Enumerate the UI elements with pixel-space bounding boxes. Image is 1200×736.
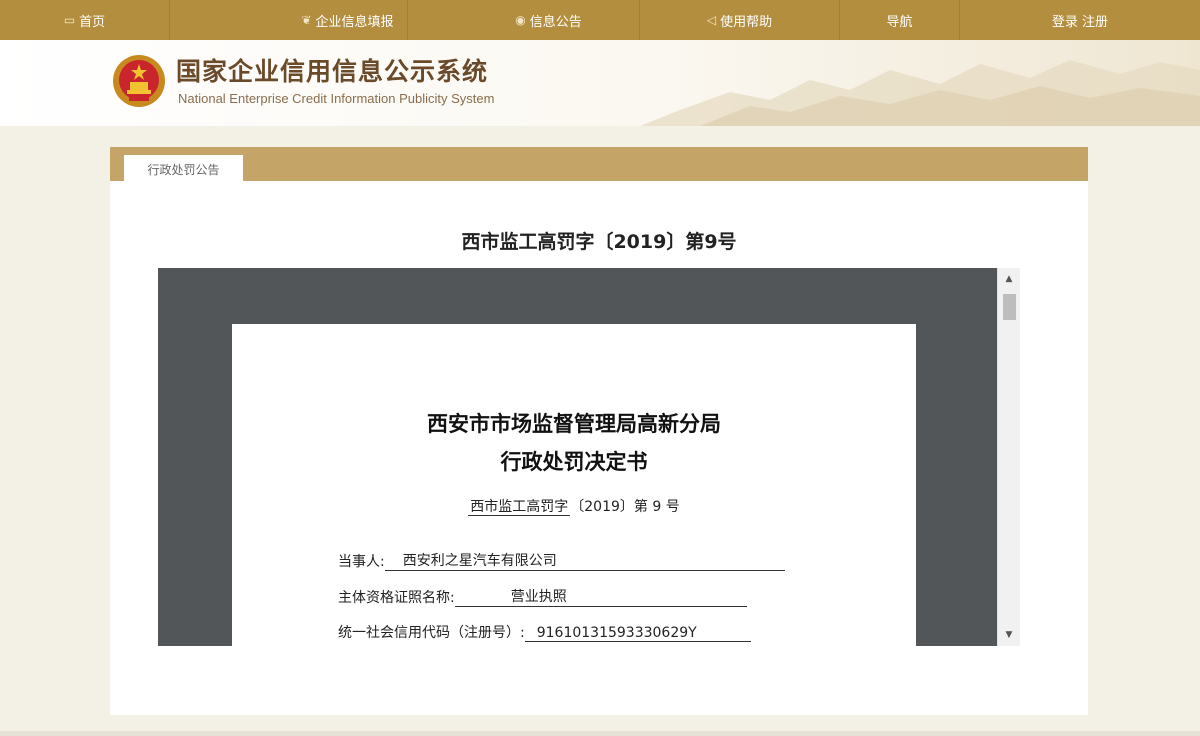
field-license: 主体资格证照名称: 营业执照 [338, 586, 747, 607]
field-party-value: 西安利之星汽车有限公司 [384, 550, 785, 571]
nav-announcements[interactable]: ◉ 信息公告 [458, 0, 640, 40]
nav-home-label: 首页 [79, 14, 106, 30]
nav-login-register-label: 登录 注册 [1051, 14, 1109, 30]
field-party-label: 当事人: [338, 554, 385, 570]
reference-prefix: 西市监工高罚字 [468, 499, 571, 516]
document-org: 西安市市场监督管理局高新分局 [427, 411, 721, 436]
document-title: 西市监工高罚字〔2019〕第9号 [461, 231, 737, 253]
field-license-value: 营业执照 [454, 586, 747, 607]
document-type: 行政处罚决定书 [500, 449, 648, 474]
nav-announcements-label: 信息公告 [529, 14, 582, 30]
site-title: 国家企业信用信息公示系统 [176, 57, 489, 86]
document-page: 西安市市场监督管理局高新分局 行政处罚决定书 西市监工高罚字 〔2019〕第 9 … [232, 324, 916, 646]
field-party: 当事人: 西安利之星汽车有限公司 [338, 550, 785, 571]
field-credit-code: 统一社会信用代码（注册号）: 91610131593330629Y [338, 622, 751, 642]
nav-login-register[interactable]: 登录 注册 [960, 0, 1200, 40]
mountain-decoration [640, 60, 1200, 126]
national-emblem-icon [113, 55, 165, 107]
nav-home[interactable]: ▭ 首页 [0, 0, 170, 40]
field-credit-code-label: 统一社会信用代码（注册号）: [338, 625, 525, 641]
footer-divider [0, 731, 1200, 736]
megaphone-icon: ◉ [515, 13, 526, 27]
pdf-viewer[interactable]: 西安市市场监督管理局高新分局 行政处罚决定书 西市监工高罚字 〔2019〕第 9 … [158, 268, 1020, 646]
viewer-scrollbar[interactable]: ▲ ▼ [997, 268, 1020, 646]
scroll-thumb[interactable] [1003, 294, 1016, 320]
tab-admin-penalty[interactable]: 行政处罚公告 [124, 155, 243, 183]
nav-enterprise-report-label: 企业信息填报 [315, 14, 394, 30]
monitor-icon: ▭ [63, 13, 76, 27]
document-reference: 西市监工高罚字 〔2019〕第 9 号 [232, 496, 916, 516]
site-subtitle: National Enterprise Credit Information P… [178, 91, 495, 106]
site-header: 国家企业信用信息公示系统 National Enterprise Credit … [0, 40, 1200, 126]
leaf-icon: ❦ [301, 13, 312, 27]
field-license-label: 主体资格证照名称: [338, 590, 455, 606]
scroll-up-arrow-icon[interactable]: ▲ [998, 270, 1020, 288]
nav-enterprise-report[interactable]: ❦ 企业信息填报 [288, 0, 408, 40]
panel-tab-bar [110, 147, 1088, 181]
nav-navigation[interactable]: 导航 [840, 0, 960, 40]
field-credit-code-value: 91610131593330629Y [524, 625, 751, 642]
nav-help-label: 使用帮助 [720, 14, 773, 30]
scroll-down-arrow-icon[interactable]: ▼ [998, 626, 1020, 644]
speaker-icon: ◁ [706, 13, 717, 27]
reference-year: 〔2019〕 [570, 499, 634, 515]
top-nav: ▭ 首页 ❦ 企业信息填报 ◉ 信息公告 ◁ 使用帮助 导航 登录 注册 [0, 0, 1200, 40]
nav-navigation-label: 导航 [886, 14, 913, 30]
nav-help[interactable]: ◁ 使用帮助 [640, 0, 840, 40]
reference-number: 第 9 号 [633, 499, 680, 515]
